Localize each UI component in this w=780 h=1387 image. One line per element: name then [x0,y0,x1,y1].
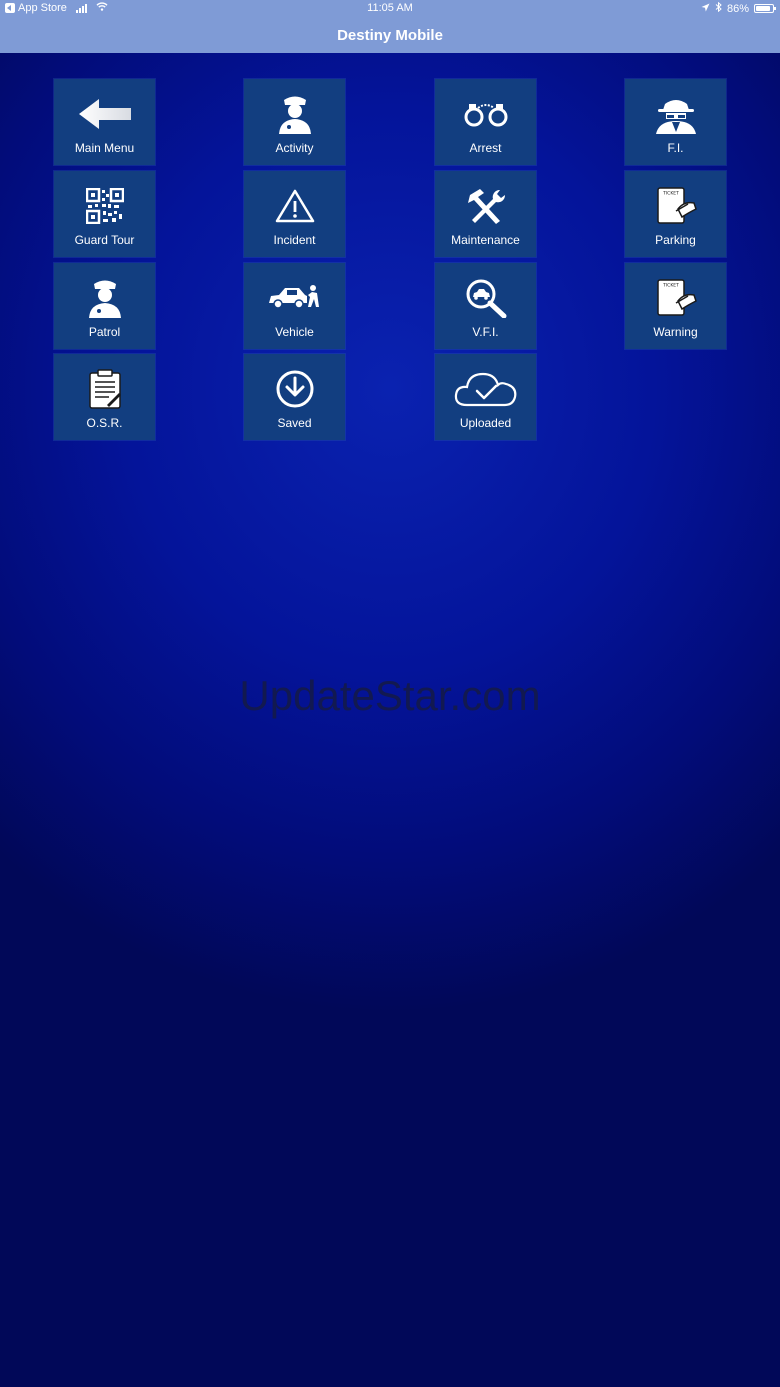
status-right: 86% [701,1,776,15]
clipboard-icon [54,368,155,410]
bluetooth-icon [715,1,722,15]
saved-button[interactable]: Saved [244,354,345,440]
vfi-button[interactable]: V.F.I. [435,263,536,349]
handcuffs-icon [435,93,536,135]
tile-label: Warning [653,325,698,339]
svg-text:TICKET: TICKET [662,191,679,197]
tile-label: Parking [655,233,696,247]
main-menu-button[interactable]: Main Menu [54,79,155,165]
spy-icon [625,93,726,135]
watermark: UpdateStar.com [239,672,541,719]
qr-code-icon [54,185,155,227]
tile-label: Activity [275,141,314,155]
osr-button[interactable]: O.S.R. [54,354,155,440]
tile-label: O.S.R. [86,416,123,430]
page-title: Destiny Mobile [0,18,780,53]
uploaded-button[interactable]: Uploaded [435,354,536,440]
download-circle-icon [244,368,345,410]
tile-label: F.I. [667,141,684,155]
tile-label: Vehicle [275,325,314,339]
warning-triangle-icon [244,185,345,227]
tile-label: Saved [277,416,312,430]
cloud-check-icon [435,368,536,410]
tile-label: Patrol [88,325,121,339]
officer-icon [54,277,155,319]
fi-button[interactable]: F.I. [625,79,726,165]
back-arrow-icon [54,93,155,135]
car-search-icon [435,277,536,319]
tile-label: Main Menu [74,141,135,155]
status-time: 11:05 AM [367,2,413,14]
maintenance-button[interactable]: Maintenance [435,171,536,257]
location-arrow-icon [701,3,710,15]
car-inspection-icon [244,277,345,319]
ticket-icon: TICKET [625,277,726,319]
warning-button[interactable]: TICKET Warning [625,263,726,349]
tile-label: V.F.I. [472,325,499,339]
guard-tour-button[interactable]: Guard Tour [54,171,155,257]
incident-button[interactable]: Incident [244,171,345,257]
vehicle-button[interactable]: Vehicle [244,263,345,349]
battery-fill [756,6,770,11]
arrest-button[interactable]: Arrest [435,79,536,165]
battery-percent: 86% [726,2,749,15]
officer-icon [244,93,345,135]
tile-label: Guard Tour [74,233,135,247]
tile-label: Incident [273,233,316,247]
tile-label: Uploaded [459,416,512,430]
tile-label: Maintenance [451,233,520,247]
tools-icon [435,185,536,227]
svg-text:TICKET: TICKET [662,283,679,289]
battery-icon [754,4,776,13]
activity-button[interactable]: Activity [244,79,345,165]
ticket-icon: TICKET [625,185,726,227]
status-bar: App Store 11:05 AM 86% [0,0,780,18]
parking-button[interactable]: TICKET Parking [625,171,726,257]
patrol-button[interactable]: Patrol [54,263,155,349]
tile-label: Arrest [469,141,502,155]
